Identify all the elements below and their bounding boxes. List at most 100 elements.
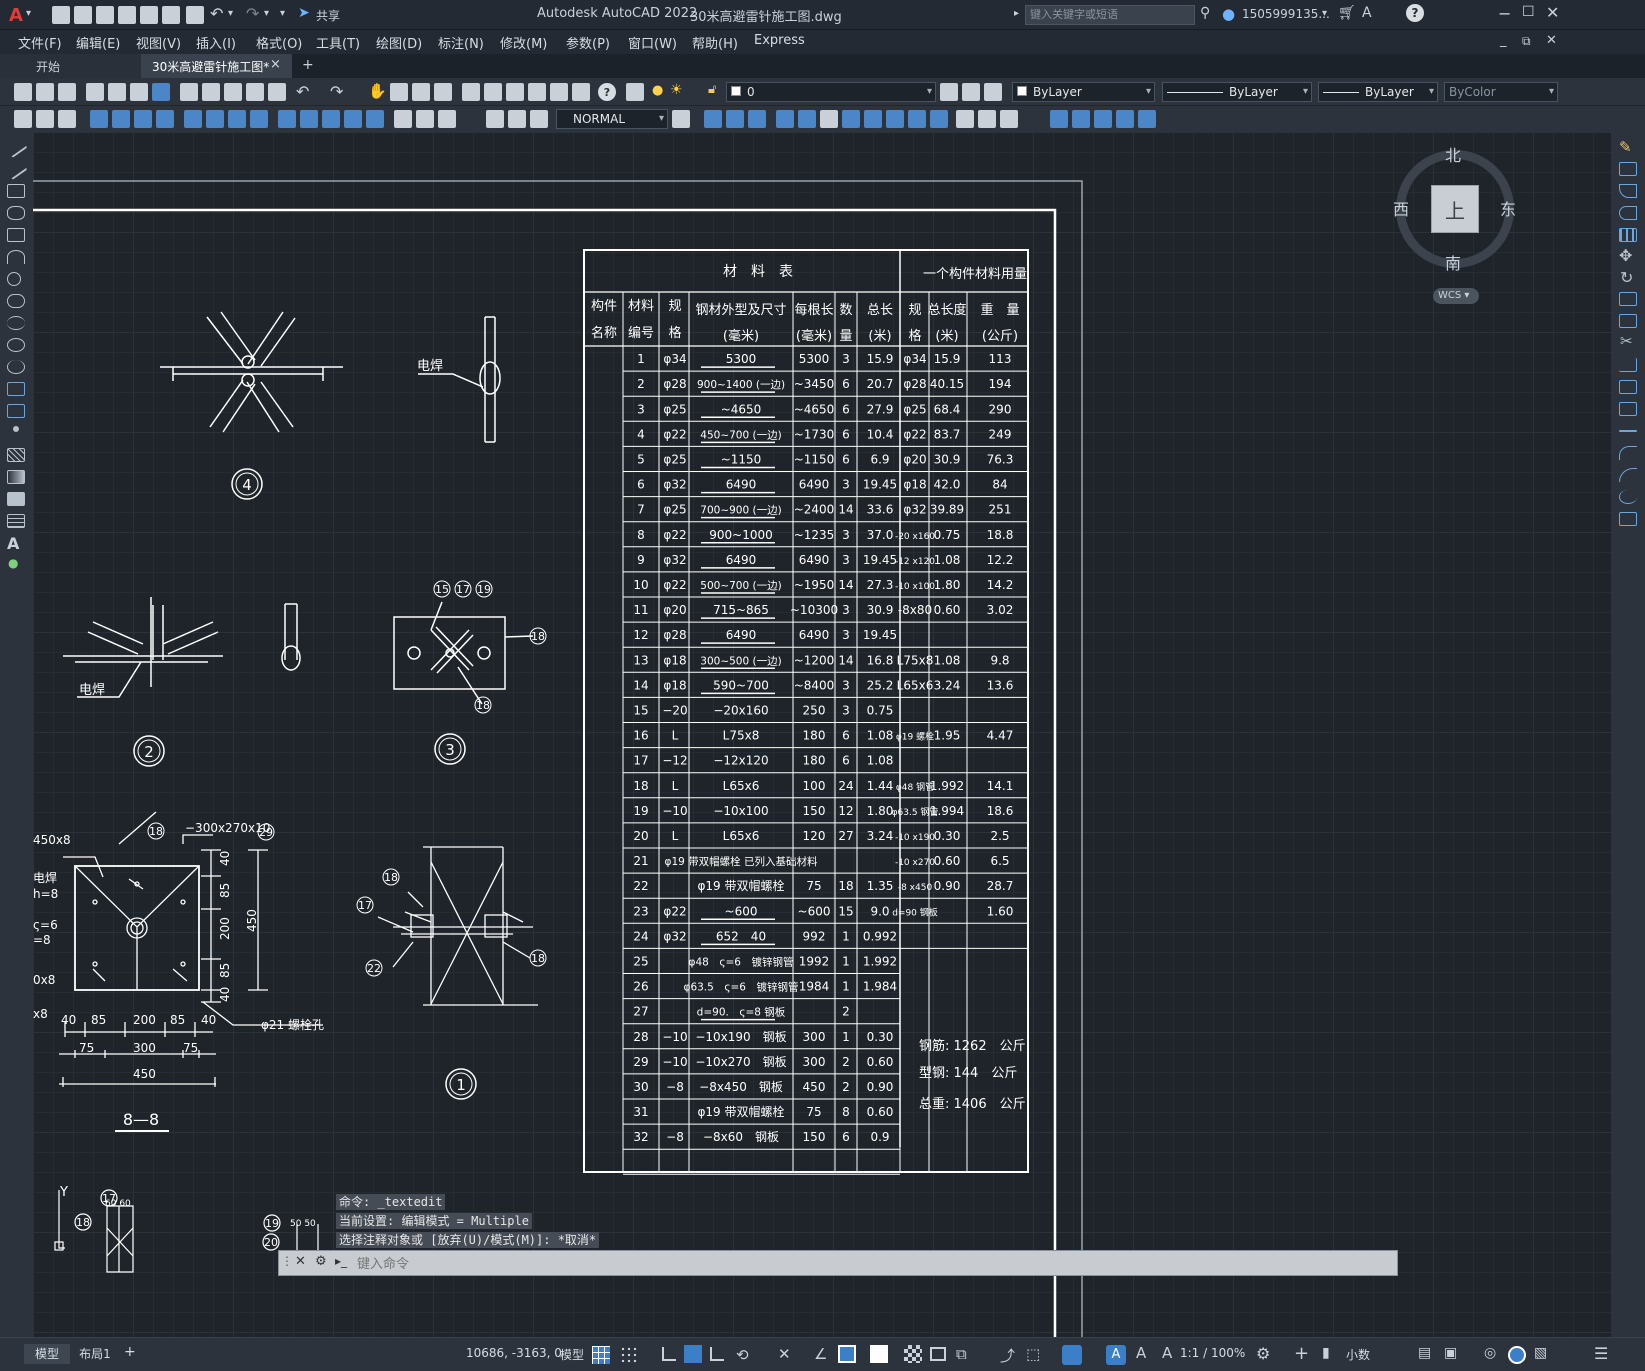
arc-length-icon[interactable] [134,110,152,128]
share-icon[interactable]: ➤ [298,5,310,21]
quick-properties-icon[interactable]: ▤ [1418,1345,1431,1361]
lock-ui-icon[interactable]: ▣ [1444,1345,1457,1361]
xline-tool-icon[interactable] [4,158,28,180]
menu-dimension[interactable]: 标注(N) [438,33,484,52]
sheet-set-icon[interactable] [528,83,546,101]
tolerance-icon[interactable] [394,110,412,128]
drawing-svg[interactable]: 材 料 表 一个构件材料用量 构件 名称 材料 编号 规 格 钢材外型及尺寸 (… [33,132,1611,1337]
markup-icon[interactable] [550,83,568,101]
units-icon[interactable]: ▮ [1322,1345,1330,1361]
open-from-web-icon[interactable] [140,6,158,24]
modify-icon-18[interactable] [1116,110,1134,128]
drawing-canvas[interactable]: 材 料 表 一个构件材料用量 构件 名称 材料 编号 规 格 钢材外型及尺寸 (… [33,132,1611,1337]
gradient-tool-icon[interactable] [7,470,25,484]
tab-drawing[interactable]: 30米高避雷针施工图* × [142,54,292,78]
spline-tool-icon[interactable] [7,316,25,330]
new-file-icon[interactable] [52,6,70,24]
region-tool-icon[interactable] [7,492,25,506]
menu-parametric[interactable]: 参数(P) [566,33,610,52]
modify-icon-4[interactable] [776,110,794,128]
trim-tool-icon[interactable]: ✂ [1620,332,1633,350]
doc-close-icon[interactable]: ✕ [1546,33,1557,48]
publish-3d-icon[interactable] [152,83,170,101]
rectangle-tool-icon[interactable] [7,228,25,242]
menu-insert[interactable]: 插入(I) [196,33,236,52]
dim-break-icon[interactable] [366,110,384,128]
viewcube-top-face[interactable]: 上 [1431,185,1479,233]
baseline-dim-icon[interactable] [300,110,318,128]
preview-icon[interactable] [108,83,126,101]
annotation-scale-value[interactable]: 1:1 / 100% [1180,1346,1245,1360]
dim-edit-icon[interactable] [486,110,504,128]
zoom-window-icon[interactable] [412,83,430,101]
center-mark-icon[interactable] [416,110,434,128]
minimize-icon[interactable]: − [1498,4,1511,23]
modify-icon-11[interactable] [930,110,948,128]
close-icon[interactable]: ✕ [1546,3,1559,22]
save-icon[interactable] [96,6,114,24]
design-center-icon[interactable] [484,83,502,101]
color-dropdown[interactable]: ByLayer [1012,82,1155,102]
command-grip-icon[interactable]: ⋮ [281,1254,293,1268]
autodesk-a-icon[interactable]: A [1362,5,1372,21]
point-tool-icon[interactable] [13,426,19,432]
modify-icon-19[interactable] [1138,110,1156,128]
lineweight-toggle-icon[interactable] [870,1345,888,1363]
mtext-tool-icon[interactable]: A [7,534,19,553]
transparency-toggle-icon[interactable] [904,1345,922,1363]
modify-icon-1[interactable] [704,110,722,128]
ortho-toggle-icon[interactable] [710,1347,724,1361]
block-editor-icon[interactable] [268,83,286,101]
save-to-web-icon[interactable] [162,6,180,24]
units-value[interactable]: 小数 [1346,1346,1370,1363]
command-close-icon[interactable]: ✕ [295,1254,306,1269]
tb2-icon-3[interactable] [58,110,76,128]
3d-osnap-icon[interactable]: ⧉ [956,1345,967,1363]
search-icon[interactable]: ⚲ [1200,5,1210,21]
menu-help[interactable]: 帮助(H) [692,33,738,52]
redo-dropdown-icon[interactable]: ▾ [264,8,269,19]
tb2-icon-1[interactable] [14,110,32,128]
circle-tool-icon[interactable] [7,272,21,286]
viewcube-south[interactable]: 南 [1445,250,1461,274]
make-block-icon[interactable] [7,404,25,418]
jogged-dim-icon[interactable] [206,110,224,128]
menu-format[interactable]: 格式(O) [256,33,302,52]
properties-icon[interactable] [462,83,480,101]
snap-toggle-icon[interactable] [620,1346,638,1364]
search-input[interactable]: 键入关键字或短语 [1025,5,1195,25]
inspect-icon[interactable] [438,110,456,128]
table-tool-icon[interactable] [7,514,25,528]
modify-icon-6[interactable] [820,110,838,128]
qnew-icon[interactable] [14,83,32,101]
modify-icon-8[interactable] [864,110,882,128]
layer-sun-icon[interactable]: ☀ [670,82,683,98]
revcloud-tool-icon[interactable] [7,294,25,308]
hatch-tool-icon[interactable] [7,448,25,462]
modify-icon-9[interactable] [886,110,904,128]
line-tool-icon[interactable] [4,136,28,158]
calculator-icon[interactable] [572,83,590,101]
annotation-scale-icon[interactable]: A [1162,1344,1172,1362]
offset-tool-icon[interactable] [1619,206,1637,220]
tb2-icon-2[interactable] [36,110,54,128]
dimstyle-manager-icon[interactable] [672,110,690,128]
tab-model[interactable]: 模型 [24,1344,70,1364]
copy-icon[interactable] [202,83,220,101]
modify-icon-7[interactable] [842,110,860,128]
annotation-monitor-icon[interactable]: + [1294,1343,1309,1364]
modify-icon-13[interactable] [978,110,996,128]
dim-text-edit-icon[interactable] [508,110,526,128]
explode-tool-icon[interactable] [1619,512,1637,526]
quick-dim-icon[interactable] [278,110,296,128]
join-tool-icon[interactable] [1619,430,1637,432]
save-as-icon[interactable] [118,6,136,24]
dim-space-icon[interactable] [344,110,362,128]
dimstyle-dropdown[interactable]: NORMAL [556,109,668,129]
polar-tracking-icon[interactable]: ⟲ [736,1346,749,1364]
scale-tool-icon[interactable] [1619,292,1637,306]
search-expand-icon[interactable]: ▸ [1014,8,1019,19]
workspace-gear-icon[interactable]: ⚙ [1256,1344,1270,1363]
app-menu-chevron-icon[interactable]: ▾ [26,8,31,19]
infer-constraints-icon[interactable] [662,1347,676,1361]
